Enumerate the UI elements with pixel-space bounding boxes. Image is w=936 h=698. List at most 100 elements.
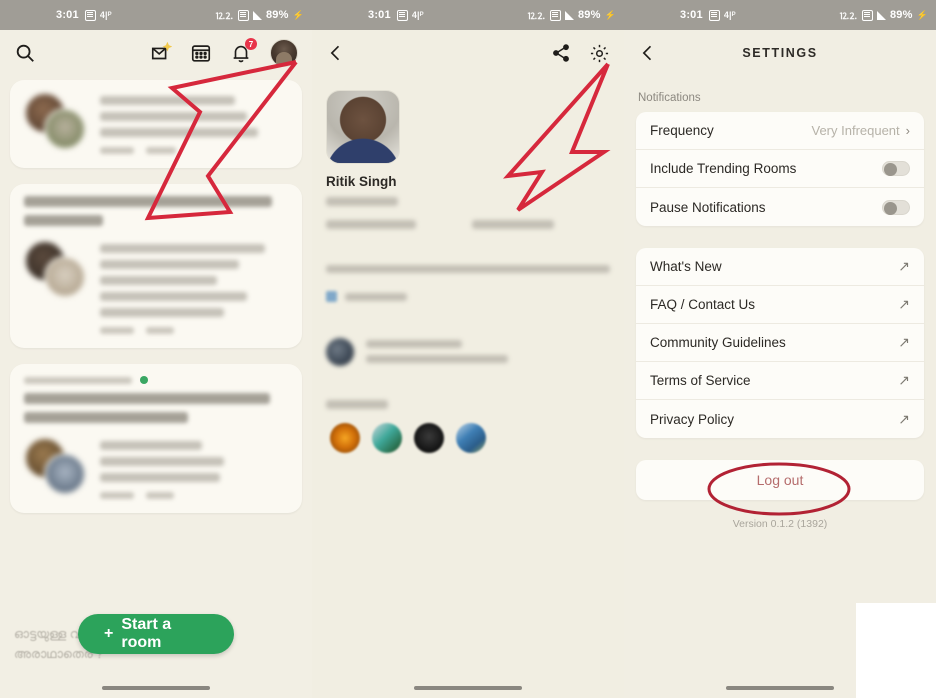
- speaker-avatars: [24, 92, 86, 150]
- external-link-icon: ↗: [898, 296, 910, 312]
- row-label: What's New: [650, 259, 722, 274]
- sim-icon: [237, 9, 249, 21]
- room-card-body: [24, 240, 288, 334]
- status-right-icons: ⒓⒉ 89% ⚡: [216, 9, 304, 22]
- row-label: Pause Notifications: [650, 199, 766, 215]
- row-label: Include Trending Rooms: [650, 161, 797, 176]
- room-card[interactable]: [10, 80, 302, 168]
- profile-handle: [326, 197, 398, 206]
- followers-count[interactable]: [326, 220, 416, 229]
- room-card-club: [24, 376, 288, 384]
- speaker-names: [100, 437, 288, 499]
- club-avatar[interactable]: [330, 423, 360, 453]
- club-avatar[interactable]: [414, 423, 444, 453]
- gear-icon[interactable]: [589, 43, 610, 64]
- notification-badge: 7: [245, 38, 257, 50]
- logout-button[interactable]: Log out: [636, 460, 924, 500]
- home-app-bar: 7: [0, 30, 312, 76]
- room-card-meta: [100, 492, 288, 499]
- following-count[interactable]: [472, 220, 554, 229]
- row-control: ↗: [898, 411, 910, 428]
- app-version: Version 0.1.2 (1392): [732, 518, 828, 530]
- notifications-section-label: Notifications: [638, 92, 701, 104]
- speaker-avatars: [24, 437, 86, 495]
- signal-icon: [876, 10, 886, 20]
- panel-settings: 3:01 4|ᴾ ⒓⒉ 89% ⚡ SETTINGS Notifications: [624, 0, 936, 698]
- signal-icon: [564, 10, 574, 20]
- room-card[interactable]: [10, 184, 302, 348]
- setting-row-pause-notifications[interactable]: Pause Notifications: [636, 188, 924, 226]
- toggle-pause-notifications[interactable]: [882, 199, 910, 215]
- club-avatar[interactable]: [456, 423, 486, 453]
- profile-photo[interactable]: [326, 90, 400, 164]
- share-icon[interactable]: [551, 43, 571, 63]
- android-nav-pill: [726, 686, 834, 690]
- room-card-body: [24, 92, 288, 154]
- link-row-faq-contact-us[interactable]: FAQ / Contact Us ↗: [636, 286, 924, 324]
- status-bar: 3:01 4|ᴾ ⒓⒉ 89% ⚡: [0, 0, 312, 30]
- bell-icon[interactable]: 7: [230, 38, 257, 64]
- status-left-icons: 4|ᴾ: [84, 9, 112, 21]
- row-control: [882, 199, 910, 215]
- home-app-bar-actions: 7: [150, 38, 298, 67]
- row-control: [882, 161, 910, 176]
- profile-twitter-link[interactable]: [326, 291, 624, 302]
- page-title: SETTINGS: [742, 46, 818, 60]
- row-label: Frequency: [650, 123, 714, 138]
- vpn-icon: 4|ᴾ: [99, 10, 112, 20]
- joined-date: [366, 340, 462, 348]
- chevron-left-icon[interactable]: [638, 43, 658, 63]
- battery-percent: 89%: [889, 9, 913, 21]
- battery-percent: 89%: [577, 9, 601, 21]
- status-bar: 3:01 4|ᴾ ⒓⒉ 89% ⚡: [312, 0, 624, 30]
- android-nav-pill: [414, 686, 522, 690]
- bolt-icon: ⚡: [916, 9, 928, 20]
- logout-label: Log out: [756, 472, 804, 488]
- profile-bio: [326, 265, 610, 273]
- calendar-icon[interactable]: [190, 42, 212, 64]
- club-avatar[interactable]: [372, 423, 402, 453]
- status-bar: 3:01 4|ᴾ ⒓⒉ 89% ⚡: [624, 0, 936, 30]
- status-left-icons: 4|ᴾ: [396, 9, 424, 21]
- nominator-avatar[interactable]: [326, 338, 354, 366]
- status-time: 3:01: [368, 9, 391, 21]
- bolt-icon: ⚡: [604, 9, 616, 20]
- toggle-include-trending-rooms[interactable]: [882, 161, 910, 176]
- link-row-whats-new[interactable]: What's New ↗: [636, 248, 924, 286]
- profile-avatar-header[interactable]: [270, 39, 298, 67]
- start-a-room-button[interactable]: + Start a room: [78, 614, 234, 654]
- white-overlay-patch: [856, 603, 936, 698]
- link-row-community-guidelines[interactable]: Community Guidelines ↗: [636, 324, 924, 362]
- notifications-settings-group: Frequency Very Infrequent › Include Tren…: [636, 112, 924, 226]
- screenshot-icon: [396, 9, 408, 21]
- setting-row-include-trending-rooms[interactable]: Include Trending Rooms: [636, 150, 924, 188]
- info-links-group: What's New ↗ FAQ / Contact Us ↗ Communit…: [636, 248, 924, 438]
- dnd-icon: ⒓⒉: [215, 10, 234, 21]
- profile-name: Ritik Singh: [326, 174, 397, 189]
- chevron-left-icon[interactable]: [326, 43, 346, 63]
- room-feed-list: [0, 76, 312, 513]
- dnd-icon: ⒓⒉: [839, 10, 858, 21]
- link-row-privacy-policy[interactable]: Privacy Policy ↗: [636, 400, 924, 438]
- room-card[interactable]: [10, 364, 302, 513]
- invite-envelope-icon[interactable]: [150, 42, 172, 64]
- vpn-icon: 4|ᴾ: [411, 10, 424, 20]
- profile-app-bar: [312, 30, 624, 76]
- link-row-terms-of-service[interactable]: Terms of Service ↗: [636, 362, 924, 400]
- vpn-icon: 4|ᴾ: [723, 10, 736, 20]
- status-left-icons: 4|ᴾ: [708, 9, 736, 21]
- status-time: 3:01: [56, 9, 79, 21]
- plus-icon: +: [104, 625, 114, 642]
- setting-row-frequency[interactable]: Frequency Very Infrequent ›: [636, 112, 924, 150]
- profile-app-bar-actions: [551, 43, 610, 64]
- sim-icon: [549, 9, 561, 21]
- profile-stats: [326, 220, 624, 229]
- android-nav-pill: [102, 686, 210, 690]
- status-right-icons: ⒓⒉ 89% ⚡: [528, 9, 616, 22]
- row-control: ↗: [898, 296, 910, 313]
- nominated-by: [366, 355, 508, 363]
- search-icon[interactable]: [14, 42, 36, 64]
- avatar: [44, 453, 86, 495]
- dnd-icon: ⒓⒉: [527, 10, 546, 21]
- row-label: Community Guidelines: [650, 335, 786, 350]
